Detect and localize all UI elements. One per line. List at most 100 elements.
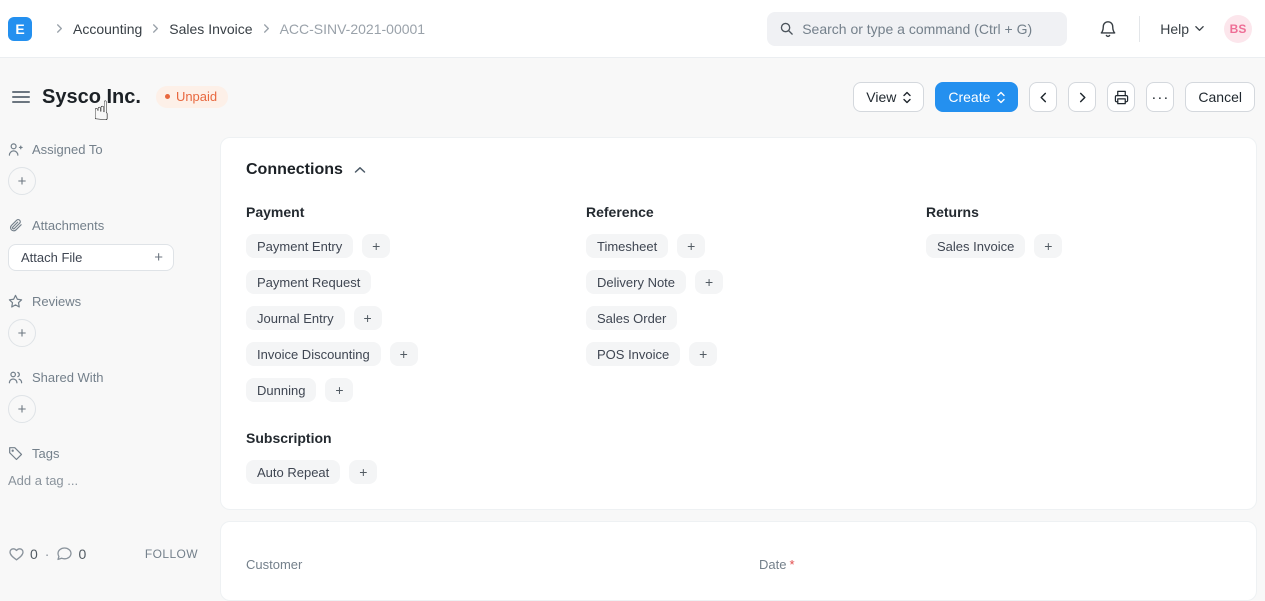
connection-link-sales-invoice-return[interactable]: Sales Invoice [926, 234, 1025, 258]
connections-grid: Payment Payment Entry + Payment Request … [246, 204, 1231, 414]
add-tag-input[interactable]: Add a tag ... [8, 473, 200, 488]
page-title[interactable]: Sysco Inc. [42, 86, 141, 109]
chevron-right-icon [151, 24, 160, 33]
connections-group-returns: Returns Sales Invoice + [926, 204, 1231, 414]
plus-icon: + [1044, 238, 1052, 254]
group-title: Subscription [246, 430, 1231, 446]
add-connection-button[interactable]: + [349, 460, 377, 484]
add-connection-button[interactable]: + [695, 270, 723, 294]
connections-group-reference: Reference Timesheet + Delivery Note + Sa… [586, 204, 926, 414]
help-menu[interactable]: Help [1160, 21, 1204, 37]
connection-link-payment-request[interactable]: Payment Request [246, 270, 371, 294]
connection-link-pos-invoice[interactable]: POS Invoice [586, 342, 680, 366]
navbar: E Accounting Sales Invoice ACC-SINV-2021… [0, 0, 1265, 58]
global-search[interactable] [767, 12, 1067, 46]
status-dot-icon [165, 94, 170, 99]
connection-row: Payment Request [246, 270, 586, 294]
printer-icon [1114, 90, 1129, 105]
chevron-right-icon [55, 24, 64, 33]
connection-link-dunning[interactable]: Dunning [246, 378, 316, 402]
tags-section-label: Tags [8, 445, 200, 461]
connection-link-timesheet[interactable]: Timesheet [586, 234, 668, 258]
ellipsis-icon: ··· [1151, 90, 1169, 105]
plus-icon: + [18, 401, 27, 418]
add-connection-button[interactable]: + [1034, 234, 1062, 258]
comment-icon[interactable] [56, 546, 73, 562]
select-arrows-icon [903, 91, 911, 104]
group-title: Payment [246, 204, 586, 220]
add-review-button[interactable]: + [8, 319, 36, 347]
logo-letter: E [15, 21, 24, 37]
document-footer: 0 · 0 FOLLOW [8, 546, 198, 562]
view-button[interactable]: View [853, 82, 924, 112]
add-connection-button[interactable]: + [354, 306, 382, 330]
connection-link-auto-repeat[interactable]: Auto Repeat [246, 460, 340, 484]
reviews-label: Reviews [32, 294, 81, 309]
avatar[interactable]: BS [1224, 15, 1252, 43]
connection-row: Invoice Discounting + [246, 342, 586, 366]
plus-icon: + [687, 238, 695, 254]
required-marker: * [789, 557, 794, 572]
users-icon [8, 370, 23, 385]
status-badge: Unpaid [156, 86, 228, 108]
connection-link-payment-entry[interactable]: Payment Entry [246, 234, 353, 258]
breadcrumb-current-document: ACC-SINV-2021-00001 [280, 21, 426, 37]
paperclip-icon [8, 218, 23, 233]
add-assignment-button[interactable]: + [8, 167, 36, 195]
cancel-button[interactable]: Cancel [1185, 82, 1255, 112]
document-sidebar: Assigned To + Attachments Attach File + … [8, 135, 200, 488]
search-input[interactable] [802, 21, 1055, 37]
shared-with-label: Shared With [32, 370, 104, 385]
add-share-button[interactable]: + [8, 395, 36, 423]
connection-row: Dunning + [246, 378, 586, 402]
breadcrumb-sales-invoice[interactable]: Sales Invoice [169, 21, 252, 37]
comments-count: 0 [78, 546, 86, 562]
hamburger-icon [12, 90, 30, 104]
connection-link-invoice-discounting[interactable]: Invoice Discounting [246, 342, 381, 366]
assigned-to-label: Assigned To [32, 142, 103, 157]
page-actions: View Create ··· [853, 82, 1255, 112]
connection-row: POS Invoice + [586, 342, 926, 366]
notifications-button[interactable] [1097, 18, 1119, 40]
connections-section-header[interactable]: Connections [246, 161, 1231, 179]
connection-link-sales-order[interactable]: Sales Order [586, 306, 677, 330]
app-logo[interactable]: E [8, 17, 32, 41]
chevron-left-icon [1038, 92, 1049, 103]
plus-icon: + [18, 325, 27, 342]
tags-label: Tags [32, 446, 59, 461]
next-document-button[interactable] [1068, 82, 1096, 112]
cancel-button-label: Cancel [1198, 89, 1242, 105]
assigned-to-section-label: Assigned To [8, 141, 200, 157]
attach-file-button[interactable]: Attach File + [8, 244, 174, 271]
connections-card: Connections Payment Payment Entry + Paym… [220, 137, 1257, 510]
chevron-down-icon [1195, 25, 1204, 32]
add-connection-button[interactable]: + [325, 378, 353, 402]
details-card: Customer Date* [220, 521, 1257, 601]
plus-icon: + [154, 249, 163, 266]
star-icon [8, 294, 23, 309]
sidebar-toggle-button[interactable] [8, 86, 34, 108]
search-icon [779, 21, 794, 36]
heart-icon[interactable] [8, 546, 25, 562]
add-connection-button[interactable]: + [390, 342, 418, 366]
add-connection-button[interactable]: + [677, 234, 705, 258]
connection-link-delivery-note[interactable]: Delivery Note [586, 270, 686, 294]
user-plus-icon [8, 142, 23, 157]
connection-link-journal-entry[interactable]: Journal Entry [246, 306, 345, 330]
date-label: Date [759, 557, 786, 572]
shared-with-section-label: Shared With [8, 369, 200, 385]
breadcrumb-accounting[interactable]: Accounting [73, 21, 142, 37]
plus-icon: + [705, 274, 713, 290]
add-connection-button[interactable]: + [362, 234, 390, 258]
connection-row: Payment Entry + [246, 234, 586, 258]
navbar-divider [1139, 16, 1140, 42]
likes-count: 0 [30, 546, 38, 562]
add-connection-button[interactable]: + [689, 342, 717, 366]
previous-document-button[interactable] [1029, 82, 1057, 112]
create-button[interactable]: Create [935, 82, 1018, 112]
connection-row: Journal Entry + [246, 306, 586, 330]
follow-button[interactable]: FOLLOW [145, 547, 198, 561]
view-button-label: View [866, 89, 896, 105]
menu-more-button[interactable]: ··· [1146, 82, 1174, 112]
print-button[interactable] [1107, 82, 1135, 112]
